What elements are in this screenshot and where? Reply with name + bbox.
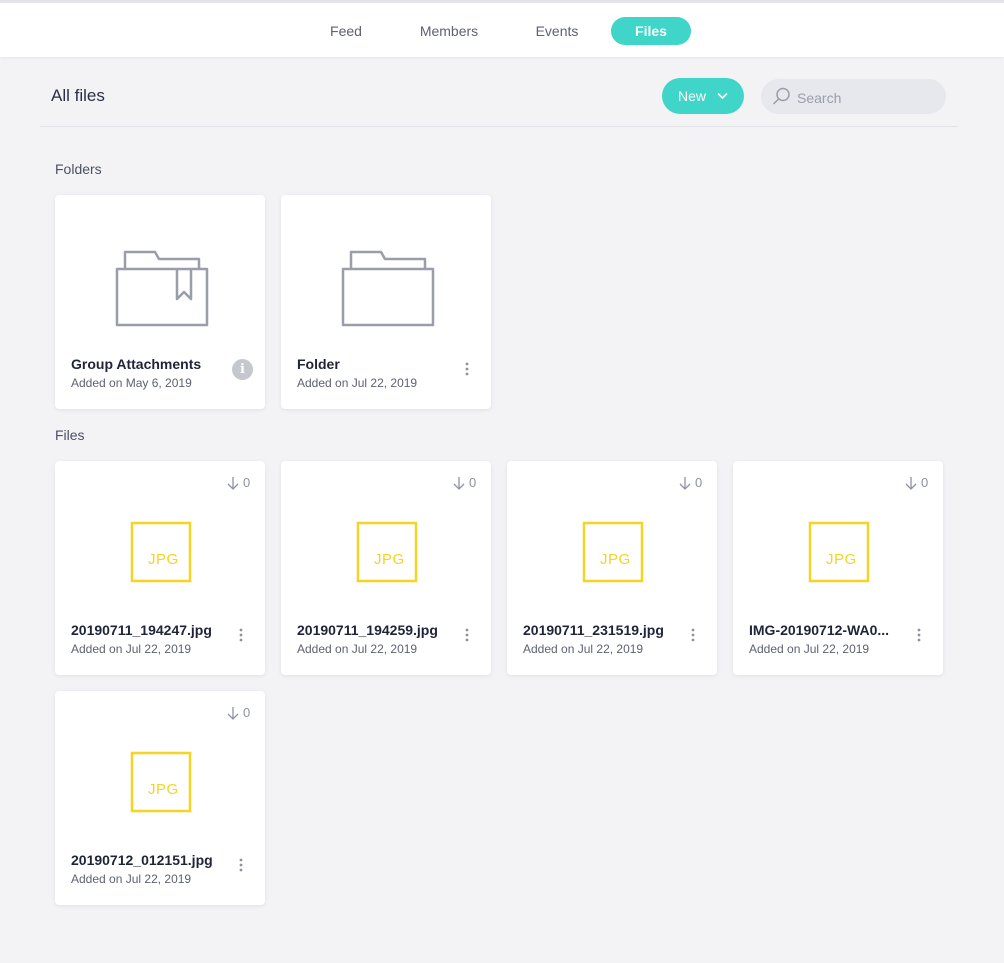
file-date: Added on Jul 22, 2019	[523, 642, 644, 656]
jpg-file-icon: JPG	[582, 521, 644, 588]
download-count[interactable]: 0	[453, 475, 483, 491]
folder-icon	[341, 250, 435, 327]
jpg-file-icon: JPG	[808, 521, 870, 588]
new-button-label: New	[678, 88, 707, 104]
files-label: Files	[55, 427, 85, 443]
tab-feed[interactable]: Feed	[318, 17, 374, 45]
file-date: Added on Jul 22, 2019	[71, 872, 192, 886]
file-name: 20190711_194259.jpg	[297, 622, 438, 638]
file-name: 20190711_231519.jpg	[523, 622, 664, 638]
folder-card[interactable]: Group Attachments Added on May 6, 2019 i	[55, 195, 265, 409]
folders-label: Folders	[55, 161, 102, 177]
jpg-file-icon: JPG	[356, 521, 418, 588]
bookmark-folder-icon	[115, 250, 209, 327]
search-icon	[772, 87, 790, 105]
download-icon	[453, 477, 465, 490]
folder-card[interactable]: Folder Added on Jul 22, 2019	[281, 195, 491, 409]
more-icon[interactable]	[235, 627, 247, 643]
jpg-file-icon: JPG	[130, 521, 192, 588]
search-input[interactable]	[795, 79, 939, 116]
folder-date: Added on May 6, 2019	[71, 376, 192, 390]
download-icon	[905, 477, 917, 490]
file-card[interactable]: 0 JPG 20190712_012151.jpg Added on Jul 2…	[55, 691, 265, 905]
more-icon[interactable]	[461, 627, 473, 643]
download-icon	[227, 477, 239, 490]
jpg-file-icon: JPG	[130, 751, 192, 818]
download-count[interactable]: 0	[679, 475, 709, 491]
tab-files[interactable]: Files	[611, 17, 691, 45]
file-name: 20190711_194247.jpg	[71, 622, 212, 638]
download-icon	[227, 707, 239, 720]
download-count[interactable]: 0	[227, 705, 257, 721]
file-card[interactable]: 0 JPG 20190711_194259.jpg Added on Jul 2…	[281, 461, 491, 675]
file-date: Added on Jul 22, 2019	[71, 642, 192, 656]
download-count[interactable]: 0	[905, 475, 935, 491]
top-nav: Feed Members Events Files	[0, 0, 1004, 57]
file-name: IMG-20190712-WA0...	[749, 622, 890, 638]
more-icon[interactable]	[687, 627, 699, 643]
new-button[interactable]: New	[662, 78, 744, 114]
more-icon[interactable]	[913, 627, 925, 643]
folder-date: Added on Jul 22, 2019	[297, 376, 418, 390]
more-icon[interactable]	[235, 857, 247, 873]
download-icon	[679, 477, 691, 490]
tab-members[interactable]: Members	[409, 17, 489, 45]
folder-name: Group Attachments	[71, 356, 202, 372]
folder-name: Folder	[297, 356, 340, 372]
file-card[interactable]: 0 JPG 20190711_194247.jpg Added on Jul 2…	[55, 461, 265, 675]
page-title: All files	[51, 86, 105, 105]
chevron-down-icon	[717, 92, 728, 100]
info-icon[interactable]: i	[232, 359, 253, 380]
tab-events[interactable]: Events	[526, 17, 588, 45]
search-box[interactable]	[761, 79, 946, 116]
more-icon[interactable]	[461, 361, 473, 377]
file-date: Added on Jul 22, 2019	[297, 642, 418, 656]
file-name: 20190712_012151.jpg	[71, 852, 213, 868]
file-card[interactable]: 0 JPG 20190711_231519.jpg Added on Jul 2…	[507, 461, 717, 675]
file-date: Added on Jul 22, 2019	[749, 642, 870, 656]
file-card[interactable]: 0 JPG IMG-20190712-WA0... Added on Jul 2…	[733, 461, 943, 675]
divider	[40, 126, 958, 127]
download-count[interactable]: 0	[227, 475, 257, 491]
